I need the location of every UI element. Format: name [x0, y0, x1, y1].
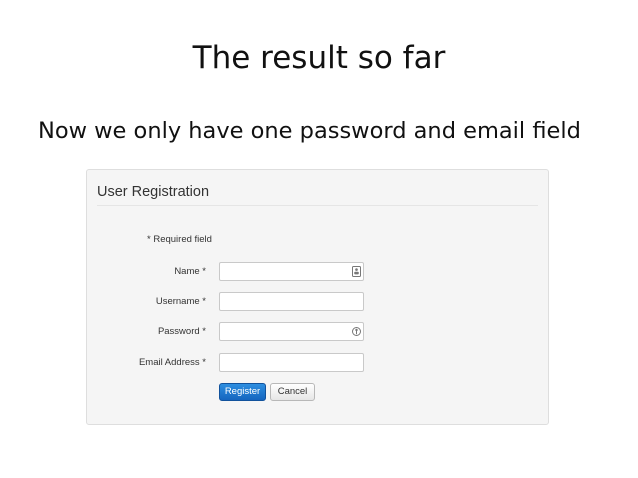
- username-label: Username *: [155, 296, 206, 307]
- required-field-note: * Required field: [147, 234, 212, 245]
- email-row: Email Address *: [87, 353, 550, 373]
- username-input[interactable]: [219, 292, 364, 311]
- name-input[interactable]: [219, 262, 364, 281]
- key-icon: [352, 327, 361, 336]
- name-label: Name *: [174, 266, 206, 277]
- registration-panel: User Registration * Required field Name …: [86, 169, 549, 425]
- username-row: Username *: [87, 292, 550, 312]
- email-label: Email Address *: [138, 357, 206, 368]
- cancel-button[interactable]: Cancel: [270, 383, 315, 401]
- form-heading: User Registration: [97, 184, 210, 200]
- password-label: Password *: [157, 326, 206, 337]
- password-row: Password *: [87, 322, 550, 342]
- register-button[interactable]: Register: [219, 383, 266, 401]
- email-input[interactable]: [219, 353, 364, 372]
- id-card-icon: [352, 266, 361, 277]
- password-input[interactable]: [219, 322, 364, 341]
- slide-title: The result so far: [192, 40, 446, 76]
- heading-divider: [97, 205, 538, 206]
- name-row: Name *: [87, 262, 550, 282]
- slide-bullet-text: Now we only have one password and email …: [38, 118, 581, 144]
